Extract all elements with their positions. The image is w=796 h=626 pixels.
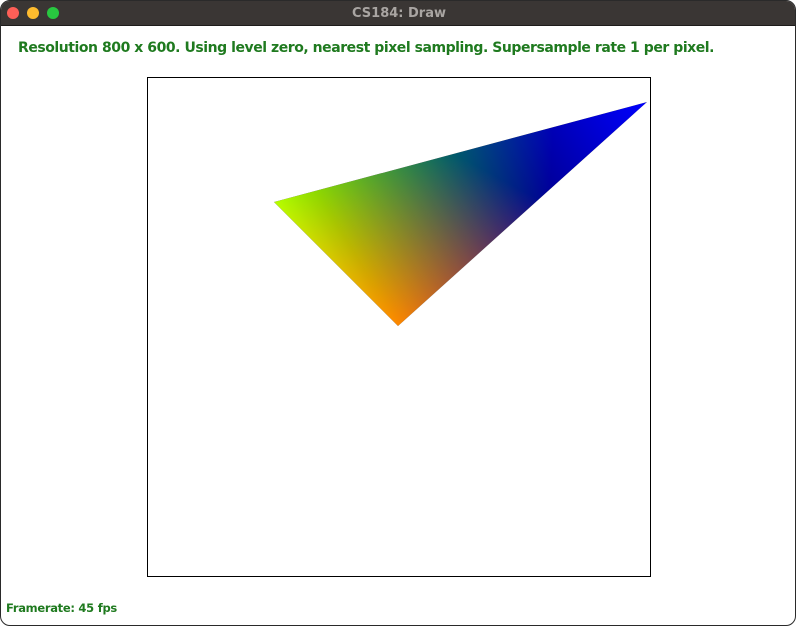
framerate-label: Framerate: 45 xyxy=(6,601,94,615)
render-canvas[interactable] xyxy=(147,77,651,577)
framerate-readout: Framerate: 45 fps xyxy=(6,601,117,615)
framerate-unit: fps xyxy=(97,601,117,615)
status-text: Resolution 800 x 600. Using level zero, … xyxy=(18,40,715,56)
app-window: CS184: Draw Resolution 800 x 600. Using … xyxy=(0,0,796,626)
rgb-triangle xyxy=(274,102,647,326)
title-bar: CS184: Draw xyxy=(1,1,795,26)
canvas-drawing xyxy=(274,102,647,326)
window-title: CS184: Draw xyxy=(352,6,446,21)
